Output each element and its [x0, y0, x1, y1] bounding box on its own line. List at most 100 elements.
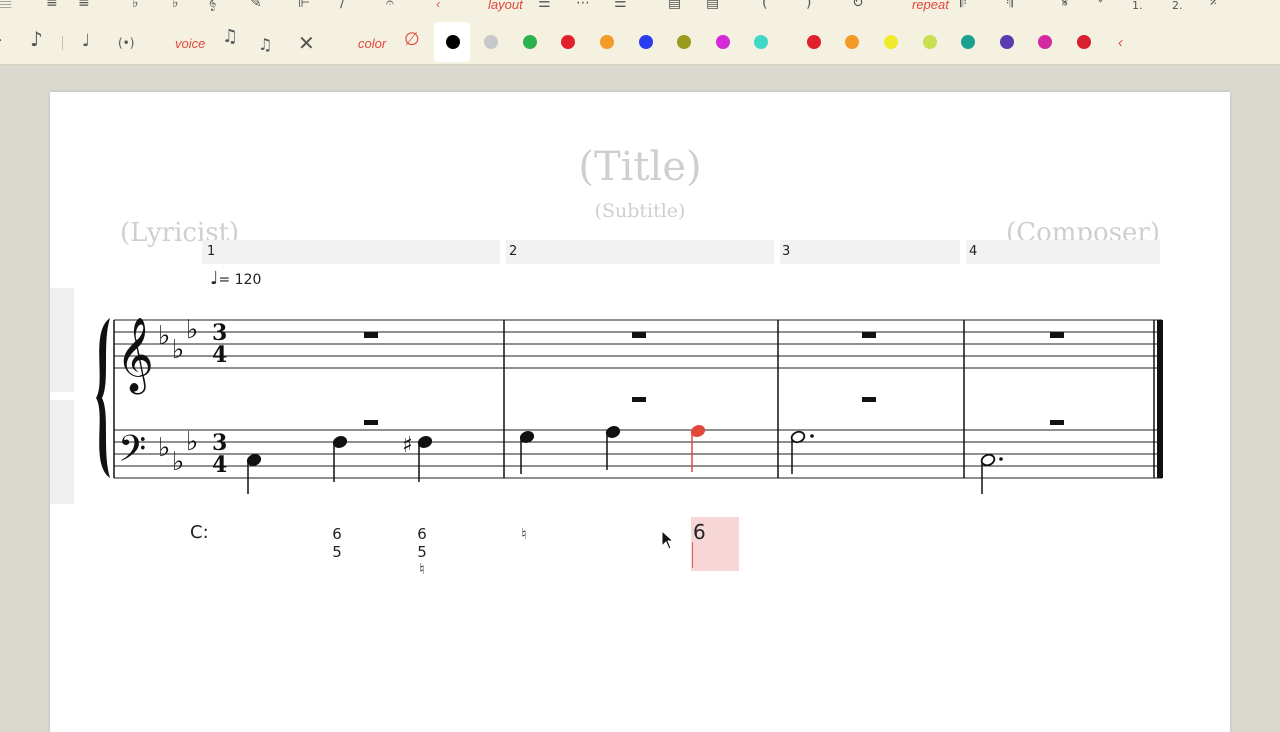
- figure-edit-value[interactable]: 6: [693, 520, 706, 544]
- rest-m1-voice2: [364, 420, 378, 425]
- coda-icon[interactable]: 𝄌: [1098, 0, 1103, 12]
- bracket-left-icon[interactable]: (: [762, 0, 767, 12]
- svg-text:♭: ♭: [186, 427, 198, 457]
- clef-sharp-icon[interactable]: ♭: [172, 0, 179, 12]
- rest-m3-voice2: [862, 397, 876, 402]
- color-swatch-magenta[interactable]: [716, 35, 730, 49]
- color-swatch-silver[interactable]: [484, 35, 498, 49]
- staff-lines-2-icon[interactable]: ≡: [78, 0, 90, 12]
- color-swatch-pink[interactable]: [1038, 35, 1052, 49]
- voice-down-icon[interactable]: ♫: [258, 36, 272, 54]
- toolbar-row-top: 𝄚 ≡ ≡ ♭ ♭ 𝄞 ✎ ⊩ ∕ 𝄐 ‹ layout ☰ ⋯ ☰ ▤ ▤ (…: [0, 0, 1280, 18]
- eighth-note-icon[interactable]: ♪: [30, 29, 43, 49]
- svg-text:♭: ♭: [172, 335, 184, 365]
- ending-2-button[interactable]: 2.: [1172, 0, 1183, 15]
- voice-up-icon[interactable]: ♫: [222, 28, 238, 46]
- augmentation-dot-m4: [999, 457, 1003, 461]
- color-swatch-teal[interactable]: [961, 35, 975, 49]
- augmentation-dot-m3: [810, 434, 814, 438]
- color-swatch-orange[interactable]: [600, 35, 614, 49]
- color-swatch-olive[interactable]: [677, 35, 691, 49]
- color-swatch-lime[interactable]: [923, 35, 937, 49]
- row1-back-arrow[interactable]: ‹: [436, 0, 440, 11]
- segno-icon[interactable]: 𝄋: [1062, 0, 1068, 12]
- repeat-end-icon[interactable]: 𝄇: [1006, 0, 1013, 12]
- grace-note-icon[interactable]: ♩: [82, 32, 90, 50]
- treble-staff: [114, 319, 1162, 369]
- separator: [62, 36, 63, 50]
- color-swatch-red2[interactable]: [1077, 35, 1091, 49]
- repeat-label: repeat: [912, 0, 949, 12]
- text-caret: [692, 542, 693, 568]
- sharp-accidental: ♯: [402, 433, 413, 458]
- dot-icon[interactable]: ·: [0, 32, 2, 50]
- bass-staff: [114, 429, 1162, 479]
- repeat-start-icon[interactable]: 𝄆: [960, 0, 967, 12]
- mouse-cursor-icon: [661, 530, 675, 550]
- treble-time-bottom: 4: [212, 342, 227, 368]
- treble-clef: 𝄞: [116, 318, 154, 395]
- layout-lines-icon[interactable]: ☰: [538, 0, 551, 12]
- colors-back-arrow[interactable]: ‹: [1118, 34, 1123, 51]
- color-label: color: [358, 36, 387, 51]
- rest-m2-treble: [632, 332, 646, 338]
- treble-clef-icon[interactable]: 𝄞: [208, 0, 216, 12]
- color-swatch-purple[interactable]: [1000, 35, 1014, 49]
- svg-text:♭: ♭: [172, 447, 184, 477]
- svg-text:♭: ♭: [158, 433, 170, 463]
- pen-icon[interactable]: ✎: [250, 0, 262, 12]
- time-signature-icon[interactable]: 𝄐: [386, 0, 394, 12]
- rest-m2-voice2: [632, 397, 646, 402]
- chord-key-label[interactable]: C:: [190, 522, 209, 543]
- rest-m4-voice2: [1050, 420, 1064, 425]
- bracket-right-icon[interactable]: ): [806, 0, 811, 12]
- layout-grid-2-icon[interactable]: ▤: [706, 0, 719, 12]
- staff-icon[interactable]: 𝄚: [0, 0, 11, 12]
- barline-final-thick: [1157, 320, 1163, 478]
- layout-dotted-icon[interactable]: ⋯: [576, 0, 590, 12]
- layout-grid-icon[interactable]: ▤: [668, 0, 681, 12]
- no-color-icon[interactable]: ∅: [404, 31, 420, 49]
- rest-m4-treble: [1050, 332, 1064, 338]
- ending-1-button[interactable]: 1.: [1132, 0, 1143, 15]
- color-swatch-orange2[interactable]: [845, 35, 859, 49]
- figure-1-mid: 5: [332, 543, 342, 561]
- figure-1-top: 6: [332, 525, 342, 543]
- color-swatch-crimson[interactable]: [807, 35, 821, 49]
- figure-2-top: 6: [417, 525, 427, 543]
- score-page: (Title) (Subtitle) (Lyricist) (Composer)…: [50, 92, 1230, 732]
- color-swatch-turquoise[interactable]: [754, 35, 768, 49]
- layout-label: layout: [488, 0, 523, 12]
- insert-measure-icon[interactable]: ⊩: [298, 0, 310, 12]
- toolbar-row-bottom: · ♪ ♩ (•) voice ♫ ♫ ✕ color ∅ ‹: [0, 22, 1280, 62]
- slur-icon[interactable]: ∕: [340, 0, 345, 12]
- figure-2-bot: ♮: [419, 560, 425, 578]
- color-swatch-red[interactable]: [561, 35, 575, 49]
- parenthesis-note-icon[interactable]: (•): [118, 34, 134, 52]
- staff-lines-icon[interactable]: ≡: [46, 0, 58, 12]
- color-swatch-blue[interactable]: [639, 35, 653, 49]
- treble-key-signature: ♭ ♭♭: [158, 315, 198, 365]
- color-swatch-green[interactable]: [523, 35, 537, 49]
- bass-key-signature: ♭ ♭♭: [158, 427, 198, 477]
- voice-label: voice: [175, 36, 206, 51]
- delete-voice-icon[interactable]: ✕: [298, 33, 315, 53]
- music-notation[interactable]: 𝄞 𝄢 ♭ ♭♭ ♭ ♭♭ 3 4 3 4 ♯: [50, 92, 1230, 512]
- layout-align-icon[interactable]: ☰: [614, 0, 627, 12]
- clef-flat-icon[interactable]: ♭: [132, 0, 139, 12]
- toolbar: 𝄚 ≡ ≡ ♭ ♭ 𝄞 ✎ ⊩ ∕ 𝄐 ‹ layout ☰ ⋯ ☰ ▤ ▤ (…: [0, 0, 1280, 65]
- svg-text:♭: ♭: [158, 321, 170, 351]
- bass-clef: 𝄢: [118, 428, 146, 479]
- color-swatch-black[interactable]: [446, 35, 460, 49]
- color-swatch-yellow[interactable]: [884, 35, 898, 49]
- rest-m3-treble: [862, 332, 876, 338]
- figure-3-top: ♮: [521, 525, 527, 543]
- selected-note: [690, 425, 706, 472]
- svg-text:♭: ♭: [186, 315, 198, 345]
- rest-m1-treble: [364, 332, 378, 338]
- bass-time-bottom: 4: [212, 452, 227, 478]
- rotate-icon[interactable]: ↻: [852, 0, 864, 12]
- grand-staff-brace: [96, 318, 110, 478]
- figure-2-mid: 5: [417, 543, 427, 561]
- more-tools-icon[interactable]: 𝄎: [1210, 0, 1217, 12]
